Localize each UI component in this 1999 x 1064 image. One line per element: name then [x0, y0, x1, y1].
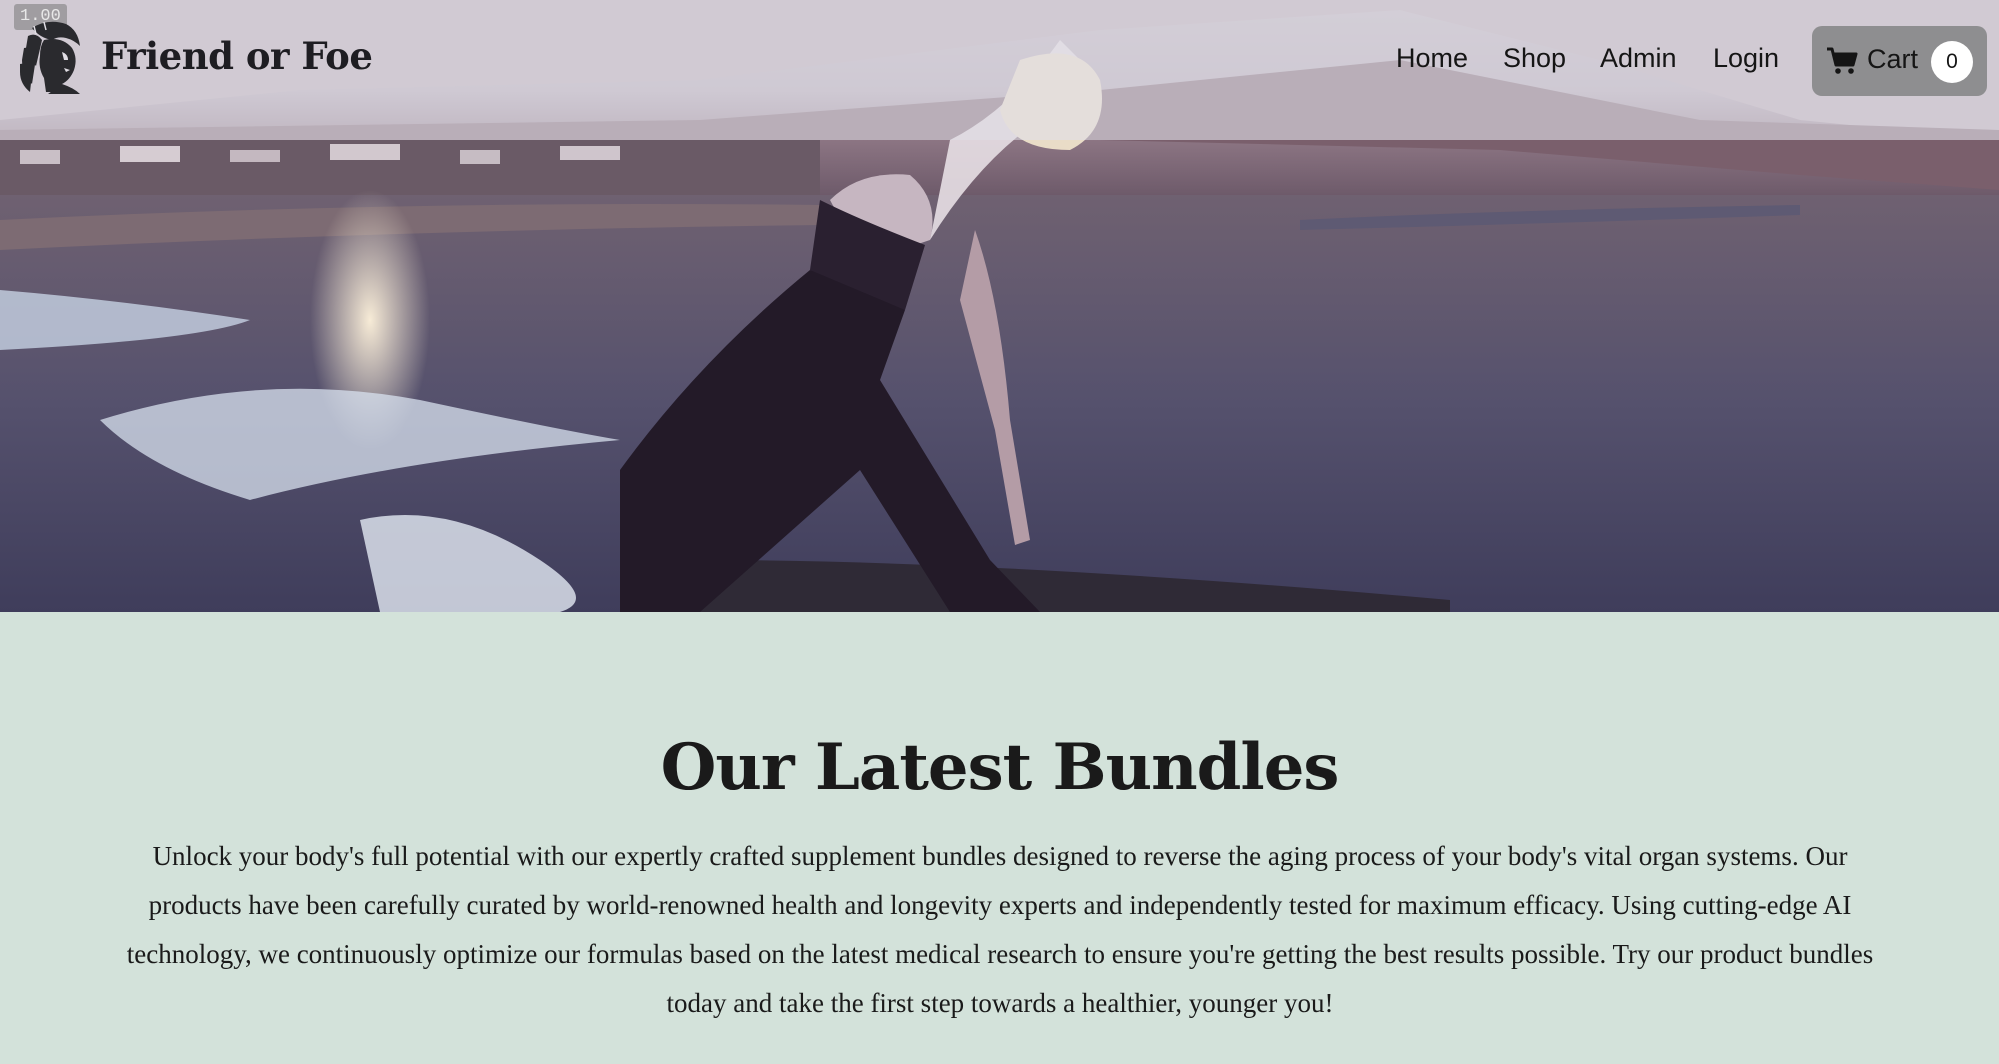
cart-count-badge: 0	[1931, 41, 1973, 83]
section-description: Unlock your body's full potential with o…	[126, 841, 1874, 1018]
cart-label: Cart	[1867, 44, 1919, 74]
nav-shop[interactable]: Shop	[1503, 43, 1566, 74]
nav-admin[interactable]: Admin	[1600, 43, 1677, 74]
cart-button[interactable]: Cart 0	[1812, 26, 1987, 96]
brand-name[interactable]: Friend or Foe	[101, 34, 373, 78]
nav-home[interactable]: Home	[1396, 43, 1468, 74]
native-headdress-logo-icon[interactable]	[18, 18, 86, 94]
shopping-cart-icon	[1826, 47, 1858, 75]
bundles-section: Our Latest Bundles Unlock your body's fu…	[0, 612, 1999, 1064]
site-header: 1.00 Friend or Foe Home Shop Admin Login	[0, 0, 1999, 140]
section-title: Our Latest Bundles	[660, 730, 1340, 805]
nav-login[interactable]: Login	[1713, 43, 1779, 74]
